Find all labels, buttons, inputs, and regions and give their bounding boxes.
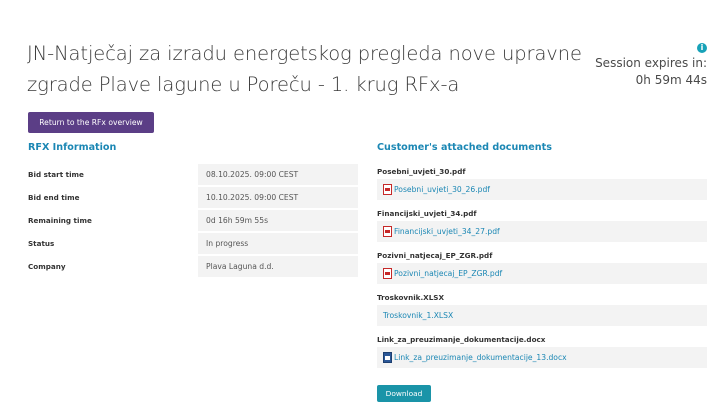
document-name: Troskovnik.XLSX bbox=[377, 293, 445, 302]
document-name: Financijski_uvjeti_34.pdf bbox=[377, 209, 477, 218]
rfx-value: In progress bbox=[198, 233, 358, 254]
document-link[interactable]: Pozivni_natjecaj_EP_ZGR.pdf bbox=[377, 263, 707, 284]
rfx-label: Remaining time bbox=[28, 216, 92, 225]
rfx-label: Company bbox=[28, 262, 66, 271]
document-file-name[interactable]: Link_za_preuzimanje_dokumentacije_13.doc… bbox=[394, 353, 567, 362]
rfx-row-company: Company Plava Laguna d.d. bbox=[28, 255, 358, 278]
rfx-row-status: Status In progress bbox=[28, 232, 358, 255]
session-timer: i Session expires in: 0h 59m 44s bbox=[577, 38, 707, 89]
pdf-icon bbox=[383, 184, 392, 195]
return-to-overview-button[interactable]: Return to the RFx overview bbox=[28, 112, 154, 133]
document-link[interactable]: Posebni_uvjeti_30_26.pdf bbox=[377, 179, 707, 200]
document-file-name[interactable]: Pozivni_natjecaj_EP_ZGR.pdf bbox=[394, 269, 502, 278]
attached-documents-heading: Customer's attached documents bbox=[377, 142, 552, 153]
attached-documents-list: Posebni_uvjeti_30.pdf Posebni_uvjeti_30_… bbox=[377, 164, 707, 374]
page-title: JN-Natječaj za izradu energetskog pregle… bbox=[27, 42, 582, 96]
word-doc-icon bbox=[383, 352, 392, 363]
document-item: Pozivni_natjecaj_EP_ZGR.pdf Pozivni_natj… bbox=[377, 248, 707, 284]
document-link[interactable]: Link_za_preuzimanje_dokumentacije_13.doc… bbox=[377, 347, 707, 368]
rfx-label: Bid end time bbox=[28, 193, 80, 202]
rfx-label: Bid start time bbox=[28, 170, 84, 179]
session-time: 0h 59m 44s bbox=[635, 73, 707, 87]
document-file-name[interactable]: Troskovnik_1.XLSX bbox=[383, 311, 453, 320]
rfx-row-remaining-time: Remaining time 0d 16h 59m 55s bbox=[28, 209, 358, 232]
document-link[interactable]: Troskovnik_1.XLSX bbox=[377, 305, 707, 326]
session-label: Session expires in: bbox=[595, 56, 707, 70]
document-file-name[interactable]: Financijski_uvjeti_34_27.pdf bbox=[394, 227, 500, 236]
rfx-row-bid-start: Bid start time 08.10.2025. 09:00 CEST bbox=[28, 163, 358, 186]
document-name: Link_za_preuzimanje_dokumentacije.docx bbox=[377, 335, 546, 344]
document-item: Posebni_uvjeti_30.pdf Posebni_uvjeti_30_… bbox=[377, 164, 707, 200]
rfx-information-heading: RFX Information bbox=[28, 142, 117, 153]
document-name: Pozivni_natjecaj_EP_ZGR.pdf bbox=[377, 251, 493, 260]
document-name: Posebni_uvjeti_30.pdf bbox=[377, 167, 466, 176]
document-file-name[interactable]: Posebni_uvjeti_30_26.pdf bbox=[394, 185, 490, 194]
rfx-value: 10.10.2025. 09:00 CEST bbox=[198, 187, 358, 208]
pdf-icon bbox=[383, 268, 392, 279]
document-item: Financijski_uvjeti_34.pdf Financijski_uv… bbox=[377, 206, 707, 242]
document-item: Troskovnik.XLSX Troskovnik_1.XLSX bbox=[377, 290, 707, 326]
rfx-value: Plava Laguna d.d. bbox=[198, 256, 358, 277]
document-item: Link_za_preuzimanje_dokumentacije.docx L… bbox=[377, 332, 707, 368]
document-link[interactable]: Financijski_uvjeti_34_27.pdf bbox=[377, 221, 707, 242]
pdf-icon bbox=[383, 226, 392, 237]
info-icon[interactable]: i bbox=[697, 43, 707, 53]
rfx-row-bid-end: Bid end time 10.10.2025. 09:00 CEST bbox=[28, 186, 358, 209]
download-button[interactable]: Download bbox=[377, 385, 431, 402]
rfx-info-table: Bid start time 08.10.2025. 09:00 CEST Bi… bbox=[28, 163, 358, 278]
rfx-value: 0d 16h 59m 55s bbox=[198, 210, 358, 231]
rfx-label: Status bbox=[28, 239, 55, 248]
rfx-value: 08.10.2025. 09:00 CEST bbox=[198, 164, 358, 185]
